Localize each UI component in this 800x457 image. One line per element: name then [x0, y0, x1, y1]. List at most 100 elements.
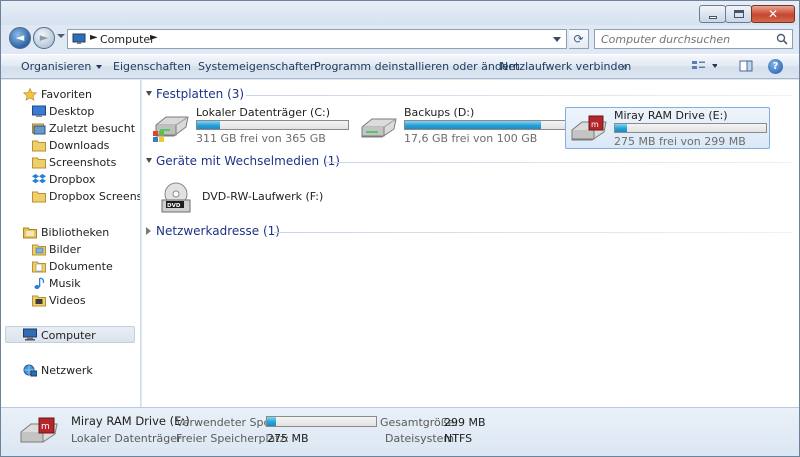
sidebar-item-recent-places[interactable]: Zuletzt besucht [1, 120, 139, 137]
desktop-icon [32, 105, 46, 117]
forward-button[interactable]: ► [33, 27, 55, 49]
documents-icon [32, 261, 46, 273]
system-properties-button[interactable]: Systemeigenschaften [198, 60, 317, 73]
chevron-down-icon [96, 65, 103, 69]
organize-button[interactable]: Organisieren [21, 60, 103, 73]
more-commands-button[interactable]: » [621, 60, 628, 73]
section-divider [246, 95, 792, 96]
close-button[interactable]: ✕ [751, 5, 795, 23]
section-network-location[interactable]: Netzwerkadresse (1) [142, 223, 792, 241]
sidebar-item-documents[interactable]: Dokumente [1, 258, 139, 275]
search-input[interactable] [595, 30, 770, 48]
expand-icon [146, 227, 151, 235]
libraries-group: Bibliotheken Bilder Dokumente Musik Vide… [1, 224, 139, 309]
refresh-button[interactable]: ⟳ [569, 29, 589, 49]
network-group: Netzwerk [1, 362, 139, 379]
sidebar-item-label: Dropbox [49, 173, 96, 186]
drive-free-space: 275 MB frei von 299 MB [614, 135, 746, 148]
sidebar-item-label: Screenshots [49, 156, 117, 169]
section-divider [326, 162, 792, 163]
organize-label: Organisieren [21, 60, 92, 73]
sidebar-item-dropbox[interactable]: Dropbox [1, 171, 139, 188]
details-pane: m Miray RAM Drive (E:) Lokaler Datenträg… [1, 407, 799, 456]
back-button[interactable]: ◄ [9, 27, 31, 49]
sidebar-item-label: Bibliotheken [41, 226, 110, 239]
sidebar-item-label: Dokumente [49, 260, 113, 273]
sidebar-item-label: Computer [41, 329, 96, 342]
dropbox-icon [32, 174, 46, 184]
sidebar-item-downloads[interactable]: Downloads [1, 137, 139, 154]
folder-icon [32, 140, 46, 152]
sidebar-item-libraries[interactable]: Bibliotheken [1, 224, 139, 241]
title-bar: ✕ [1, 1, 799, 25]
ram-drive-icon: m [20, 417, 58, 443]
sidebar-item-label: Downloads [49, 139, 110, 152]
details-usage-bar [266, 416, 377, 427]
drive-name: DVD-RW-Laufwerk (F:) [202, 190, 324, 203]
sidebar-item-videos[interactable]: Videos [1, 292, 139, 309]
drive-c[interactable]: Lokaler Datenträger (C:) 311 GB frei von… [148, 105, 350, 147]
drive-name: Backups (D:) [404, 106, 475, 119]
svg-text:m: m [41, 422, 50, 432]
breadcrumb-separator[interactable]: ► [150, 32, 158, 43]
drive-usage-fill [615, 124, 628, 132]
uninstall-program-button[interactable]: Programm deinstallieren oder ändern [314, 60, 520, 73]
sidebar-item-music[interactable]: Musik [1, 275, 139, 292]
drive-name: Miray RAM Drive (E:) [614, 109, 728, 122]
music-icon [34, 277, 45, 289]
sidebar-item-label: Bilder [49, 243, 81, 256]
properties-button[interactable]: Eigenschaften [113, 60, 191, 73]
drive-usage-bar [404, 120, 572, 130]
folder-icon [32, 191, 46, 203]
sidebar-item-favorites[interactable]: Favoriten [1, 86, 139, 103]
help-button[interactable]: ? [768, 59, 783, 74]
section-removable-media[interactable]: Geräte mit Wechselmedien (1) [142, 153, 792, 171]
recent-places-icon [32, 123, 46, 135]
drive-usage-bar [614, 123, 767, 133]
sidebar-item-desktop[interactable]: Desktop [1, 103, 139, 120]
drive-d[interactable]: Backups (D:) 17,6 GB frei von 100 GB [356, 105, 572, 147]
recent-pages-dropdown[interactable] [57, 34, 65, 38]
minimize-button[interactable] [699, 5, 726, 23]
search-box [594, 29, 793, 49]
content-pane: Festplatten (3) Lokaler Datenträger (C:)… [142, 80, 799, 407]
drive-e[interactable]: m Miray RAM Drive (E:) 275 MB frei von 2… [565, 107, 770, 149]
breadcrumb-computer[interactable]: Computer [100, 33, 155, 46]
computer-icon [23, 328, 37, 341]
details-total-value: 299 MB [444, 416, 486, 429]
drive-free-space: 311 GB frei von 365 GB [196, 132, 326, 145]
address-row: ◄ ► ► Computer ► ⟳ [1, 25, 799, 53]
sidebar-item-dropbox-screens[interactable]: Dropbox Screens [1, 188, 140, 205]
svg-text:m: m [591, 120, 599, 129]
dvd-badge: DVD [167, 203, 181, 209]
favorites-group: Favoriten Desktop Zuletzt besucht Downlo… [1, 86, 140, 205]
window-controls: ✕ [699, 5, 795, 23]
star-icon [23, 88, 37, 101]
search-icon[interactable] [776, 33, 788, 45]
sidebar-item-label: Musik [49, 277, 81, 290]
computer-group: Computer [1, 326, 139, 343]
sidebar-item-network[interactable]: Netzwerk [1, 362, 139, 379]
map-network-drive-button[interactable]: Netzlaufwerk verbinden [500, 60, 631, 73]
section-hard-disks[interactable]: Festplatten (3) [142, 86, 792, 104]
details-filesystem-value: NTFS [444, 432, 473, 445]
sidebar-item-computer[interactable]: Computer [5, 326, 135, 343]
address-bar[interactable]: ► Computer ► [67, 29, 567, 49]
pictures-icon [32, 244, 46, 256]
sidebar-item-label: Netzwerk [41, 364, 93, 377]
sidebar-item-pictures[interactable]: Bilder [1, 241, 139, 258]
maximize-icon [734, 10, 744, 18]
maximize-button[interactable] [725, 5, 752, 23]
explorer-window: ✕ ◄ ► ► Computer ► ⟳ Organisieren Eigens… [0, 0, 800, 457]
computer-icon [72, 33, 86, 44]
sidebar-item-screenshots[interactable]: Screenshots [1, 154, 139, 171]
sidebar-item-label: Videos [49, 294, 86, 307]
change-view-button[interactable] [691, 58, 718, 77]
drive-usage-fill [197, 121, 220, 129]
address-history-dropdown[interactable] [548, 30, 566, 48]
preview-pane-button[interactable] [739, 58, 753, 77]
drive-f[interactable]: DVD DVD-RW-Laufwerk (F:) [154, 176, 356, 218]
section-title: Geräte mit Wechselmedien (1) [156, 154, 340, 168]
breadcrumb-separator[interactable]: ► [90, 32, 98, 43]
section-title: Netzwerkadresse (1) [156, 224, 280, 238]
